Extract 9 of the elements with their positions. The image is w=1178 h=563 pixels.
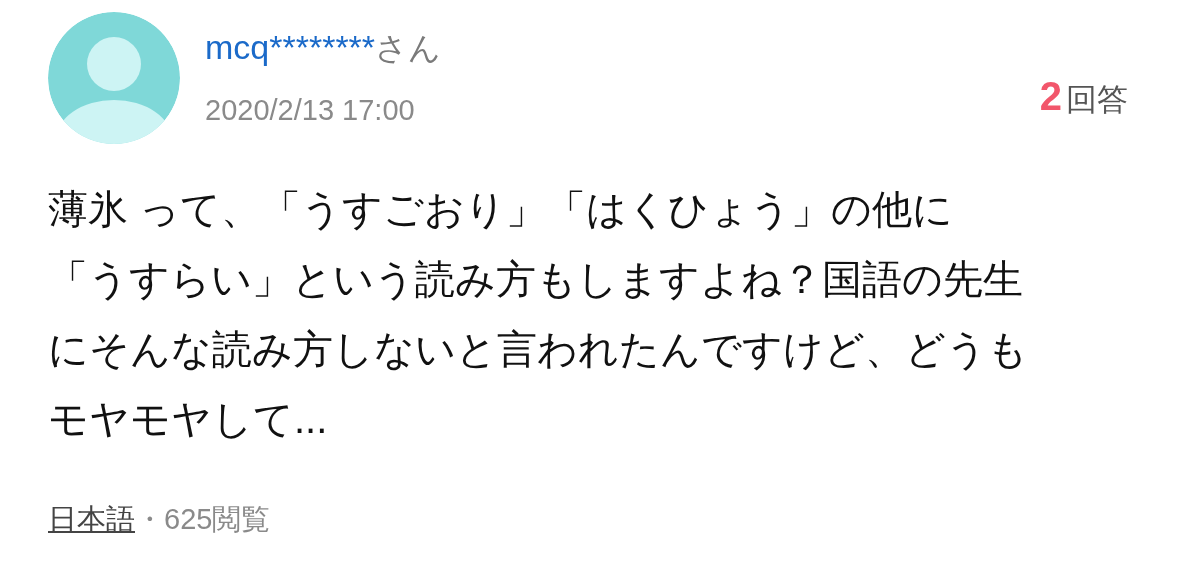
avatar-icon xyxy=(48,12,180,144)
view-count: ・625閲覧 xyxy=(135,502,271,537)
username-suffix: さん xyxy=(375,29,442,68)
answer-label: 回答 xyxy=(1066,81,1128,119)
answer-count: 2 xyxy=(1039,73,1062,120)
post-date: 2020/2/13 17:00 xyxy=(205,93,416,128)
question-text: 薄氷 って、「うすごおり」「はくひょう」の他に 「うすらい」という読み方もしますよね？国語の先生 にそんな読み方しないと言われたんですけど、どうも モヤモヤして... xyxy=(48,186,1029,443)
username-link[interactable]: mcq******** xyxy=(205,24,376,70)
category-link[interactable]: 日本語 xyxy=(48,498,135,542)
